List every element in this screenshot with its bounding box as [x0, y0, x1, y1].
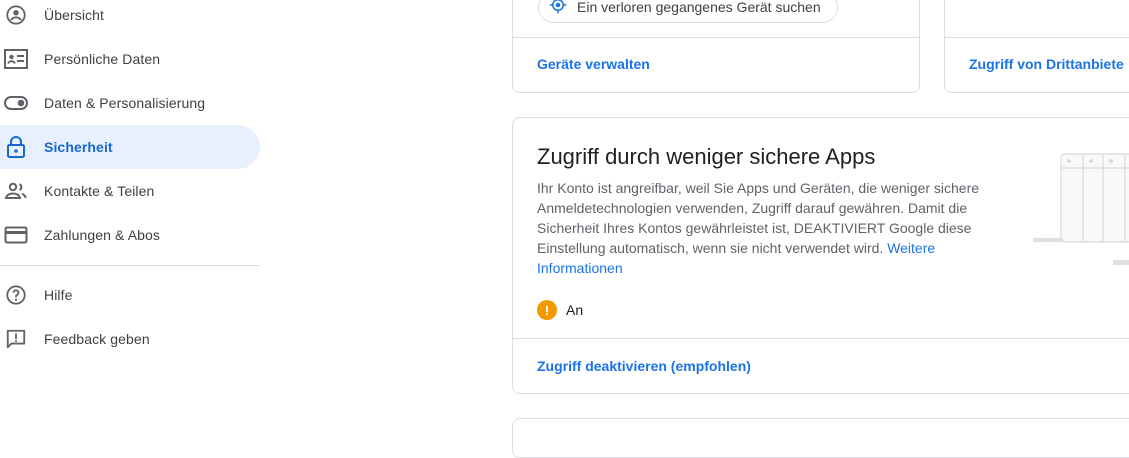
sidebar-item-payments-subscriptions[interactable]: Zahlungen & Abos [0, 213, 260, 257]
sidebar-item-overview[interactable]: Übersicht [0, 0, 260, 37]
card-title: Zugriff durch weniger sichere Apps [537, 144, 876, 169]
card-divider [513, 338, 1129, 339]
card-description: Ihr Konto ist angreifbar, weil Sie Apps … [537, 178, 989, 278]
sidebar-item-security[interactable]: Sicherheit [0, 125, 260, 169]
card-divider [945, 37, 1129, 38]
status-label: An [566, 302, 584, 318]
card-divider [513, 37, 919, 38]
devices-card: Ein verloren gegangenes Gerät suchen Ger… [512, 0, 920, 93]
sidebar-item-people-sharing[interactable]: Kontakte & Teilen [0, 169, 260, 213]
sidebar-divider [0, 265, 260, 266]
help-icon [4, 283, 28, 307]
credit-card-icon [4, 223, 28, 247]
sidebar-item-help[interactable]: Hilfe [0, 273, 260, 317]
sidebar-item-label: Sicherheit [44, 139, 113, 155]
people-icon [4, 179, 28, 203]
next-card [512, 418, 1129, 458]
account-circle-icon [4, 3, 28, 27]
sidebar-item-label: Zahlungen & Abos [44, 227, 161, 243]
sidebar-item-label: Persönliche Daten [44, 51, 161, 67]
status-indicator: ! An [537, 300, 583, 320]
toggle-icon [4, 91, 28, 115]
less-secure-apps-card: Zugriff durch weniger sichere Apps Ihr K… [512, 117, 1129, 394]
sidebar-item-personal-info[interactable]: Persönliche Daten [0, 37, 260, 81]
sidebar-item-label: Kontakte & Teilen [44, 183, 155, 199]
sidebar-item-data-personalization[interactable]: Daten & Personalisierung [0, 81, 260, 125]
sidebar: Übersicht Persönliche Daten Daten & Pers… [0, 0, 260, 430]
id-card-icon [4, 47, 28, 71]
third-party-access-card: Zugriff von Drittanbiete [944, 0, 1129, 93]
disable-access-link[interactable]: Zugriff deaktivieren (empfohlen) [537, 358, 751, 374]
sidebar-item-label: Daten & Personalisierung [44, 95, 206, 111]
sidebar-item-label: Feedback geben [44, 331, 150, 347]
sidebar-item-label: Übersicht [44, 7, 105, 23]
find-lost-device-label: Ein verloren gegangenes Gerät suchen [577, 0, 821, 15]
sidebar-item-feedback[interactable]: Feedback geben [0, 317, 260, 361]
sidebar-item-label: Hilfe [44, 287, 73, 303]
browser-illustration [1033, 148, 1129, 273]
warning-icon: ! [537, 300, 557, 320]
feedback-icon [4, 327, 28, 351]
third-party-access-link[interactable]: Zugriff von Drittanbiete [969, 56, 1124, 72]
location-target-icon [549, 0, 567, 19]
find-lost-device-chip[interactable]: Ein verloren gegangenes Gerät suchen [538, 0, 838, 23]
manage-devices-link[interactable]: Geräte verwalten [537, 56, 650, 72]
lock-icon [4, 135, 28, 159]
